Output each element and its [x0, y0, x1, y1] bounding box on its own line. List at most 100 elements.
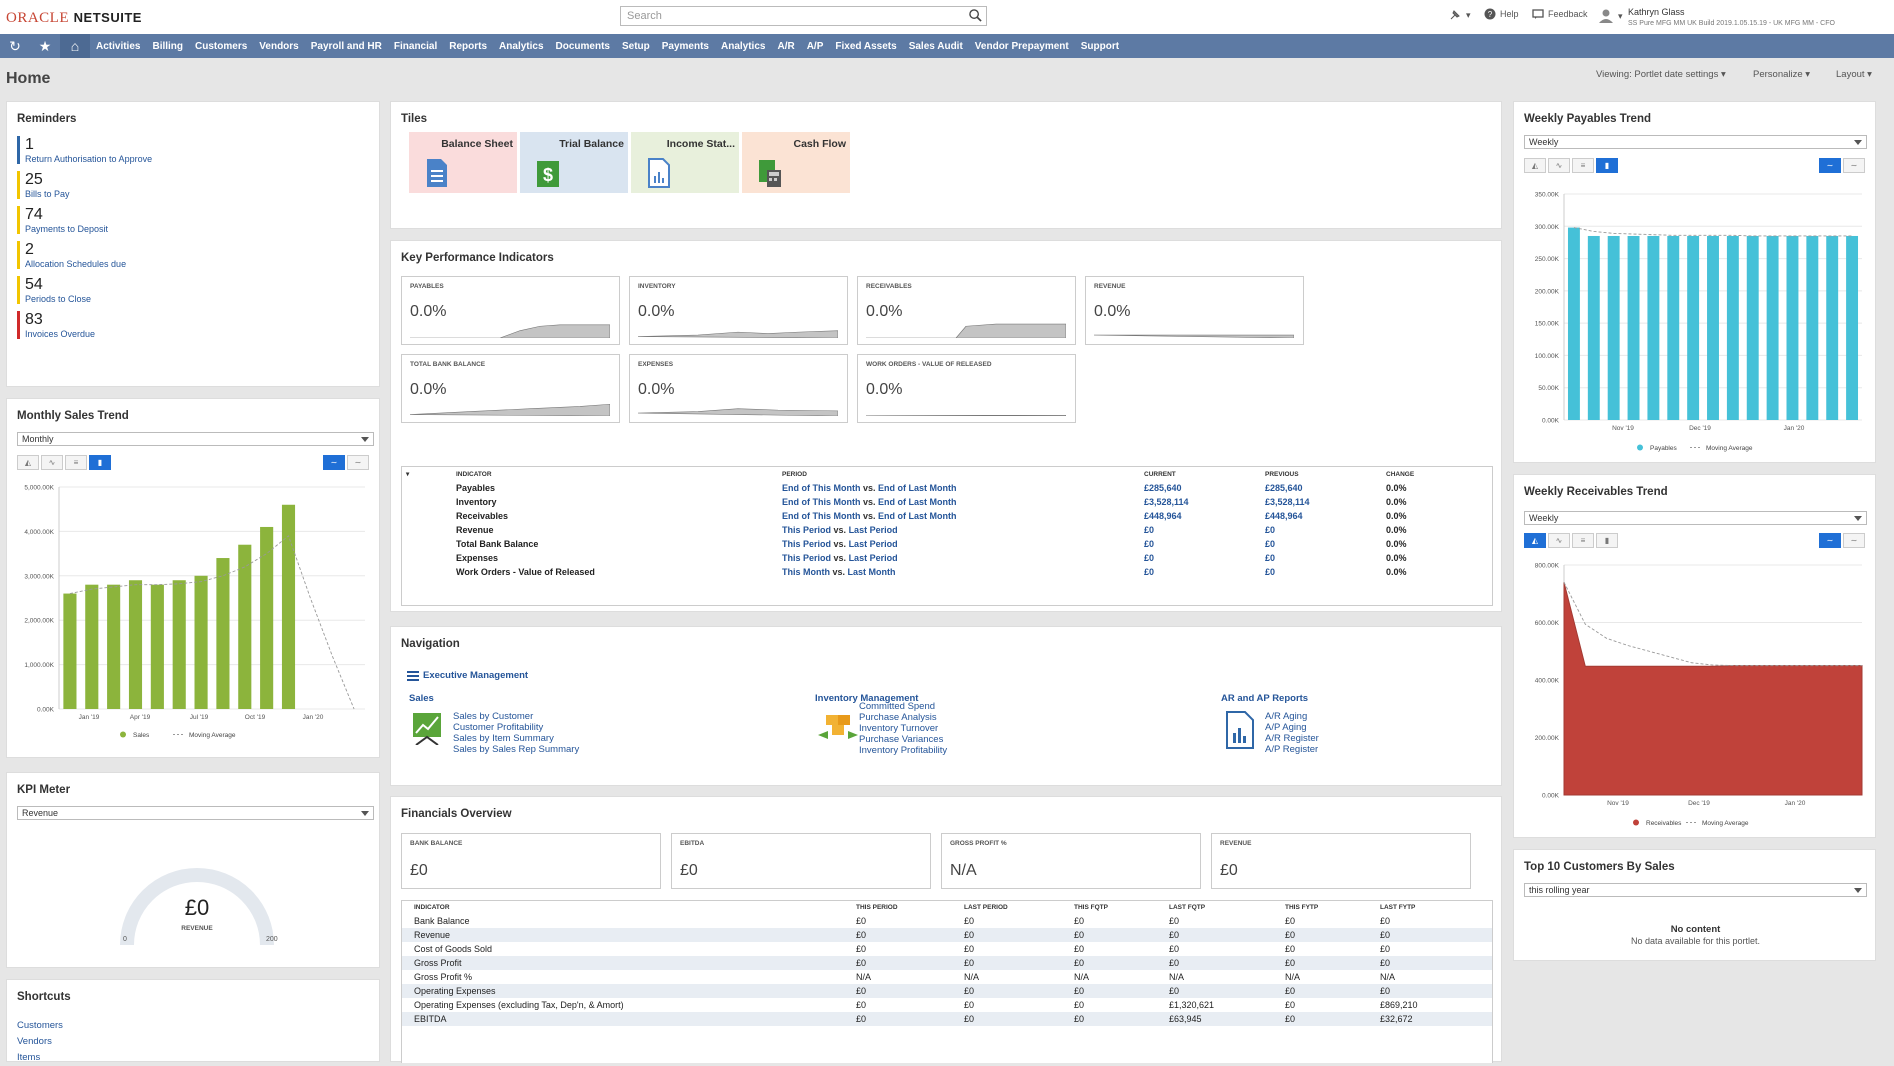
trendline-off-icon[interactable]: ∼ [347, 455, 369, 470]
nav-report-link[interactable]: Sales by Customer [453, 711, 633, 722]
favorites-star-icon[interactable]: ★ [30, 34, 60, 58]
kpi-current[interactable]: £3,528,114 [1140, 495, 1261, 509]
period-link[interactable]: End of Last Month [878, 483, 957, 493]
reminder-link[interactable]: Payments to Deposit [25, 224, 108, 234]
bar[interactable] [1707, 235, 1719, 420]
nav-item[interactable]: Setup [616, 41, 656, 52]
tile-trial-balance[interactable]: Trial Balance $ [520, 132, 628, 193]
trendline-off-icon[interactable]: ∼ [1843, 533, 1865, 548]
shortcut-link[interactable]: Vendors [17, 1034, 63, 1050]
reminder-item[interactable]: 25 Bills to Pay [17, 171, 70, 199]
kpi-card[interactable]: EXPENSES 0.0% [629, 354, 848, 423]
bar[interactable] [1567, 227, 1580, 420]
bar[interactable] [85, 584, 99, 709]
period-link[interactable]: Last Period [849, 553, 898, 563]
bar[interactable] [150, 584, 164, 709]
recent-icon[interactable]: ↻ [0, 34, 30, 58]
kpi-previous[interactable]: £0 [1261, 537, 1382, 551]
bar[interactable] [1826, 235, 1839, 420]
bar-horizontal-icon[interactable]: ≡ [1572, 158, 1594, 173]
period-link[interactable]: End of This Month [782, 483, 860, 493]
feedback-link[interactable]: Feedback [1532, 8, 1588, 20]
bar[interactable] [1746, 235, 1759, 420]
bar[interactable] [194, 575, 208, 709]
nav-item[interactable]: Vendor Prepayment [969, 41, 1075, 52]
area-chart-icon[interactable]: ◭ [1524, 158, 1546, 173]
reminder-link[interactable]: Invoices Overdue [25, 329, 95, 339]
period-link[interactable]: This Period [782, 539, 831, 549]
period-link[interactable]: Last Month [848, 567, 896, 577]
kpi-current[interactable]: £0 [1140, 565, 1261, 579]
tile-cash-flow[interactable]: Cash Flow [742, 132, 850, 193]
line-chart-icon[interactable]: ∿ [1548, 533, 1570, 548]
kpi-current[interactable]: £285,640 [1140, 481, 1261, 495]
nav-report-link[interactable]: Inventory Turnover [859, 723, 1039, 734]
period-link[interactable]: End of Last Month [878, 497, 957, 507]
kpi-card[interactable]: REVENUE 0.0% [1085, 276, 1304, 345]
area-chart-icon[interactable]: ◭ [1524, 533, 1546, 548]
tile-balance-sheet[interactable]: Balance Sheet [409, 132, 517, 193]
viewing-date-settings[interactable]: Viewing: Portlet date settings ▾ [1596, 69, 1726, 80]
nav-item[interactable]: Fixed Assets [829, 41, 902, 52]
nav-report-link[interactable]: A/R Register [1265, 733, 1445, 744]
period-link[interactable]: Last Period [849, 525, 898, 535]
nav-item[interactable]: Payroll and HR [305, 41, 388, 52]
bar-horizontal-icon[interactable]: ≡ [65, 455, 87, 470]
period-link[interactable]: End of Last Month [878, 511, 957, 521]
financial-card[interactable]: EBITDA £0 [671, 833, 931, 889]
netsuite-logo[interactable]: ORACLE NETSUITE [6, 9, 142, 27]
nav-item[interactable]: Financial [388, 41, 443, 52]
period-link[interactable]: This Period [782, 553, 831, 563]
nav-item[interactable]: A/P [801, 41, 830, 52]
bar[interactable] [1587, 235, 1600, 420]
shortcut-link[interactable]: Customers [17, 1018, 63, 1034]
nav-report-link[interactable]: A/P Aging [1265, 722, 1445, 733]
bar[interactable] [1766, 235, 1779, 420]
bar[interactable] [1607, 235, 1620, 420]
search-icon[interactable] [969, 9, 982, 22]
area-series[interactable] [1563, 582, 1863, 796]
reminder-link[interactable]: Allocation Schedules due [25, 259, 126, 269]
bar[interactable] [260, 526, 274, 709]
bar[interactable] [1726, 235, 1739, 420]
kpi-card[interactable]: INVENTORY 0.0% [629, 276, 848, 345]
bar[interactable] [1806, 235, 1819, 420]
user-info[interactable]: Kathryn Glass SS Pure MFG MM UK Build 20… [1628, 7, 1835, 29]
home-icon[interactable]: ⌂ [60, 34, 90, 58]
nav-report-link[interactable]: Committed Spend [859, 701, 1039, 712]
layout-button[interactable]: Layout ▾ [1836, 69, 1872, 80]
kpi-current[interactable]: £0 [1140, 537, 1261, 551]
nav-item[interactable]: Activities [90, 41, 146, 52]
bar[interactable] [1647, 235, 1660, 420]
user-menu[interactable]: ▾ [1598, 8, 1623, 24]
bar[interactable] [107, 584, 121, 709]
nav-report-link[interactable]: Sales by Item Summary [453, 733, 633, 744]
trendline-on-icon[interactable]: ∼ [1819, 533, 1841, 548]
reminder-link[interactable]: Return Authorisation to Approve [25, 154, 152, 164]
period-select[interactable]: Weekly [1524, 511, 1867, 525]
personalize-button[interactable]: Personalize ▾ [1753, 69, 1810, 80]
bar[interactable] [1667, 235, 1680, 420]
bar[interactable] [172, 580, 186, 709]
line-chart-icon[interactable]: ∿ [41, 455, 63, 470]
kpi-current[interactable]: £448,964 [1140, 509, 1261, 523]
nav-item[interactable]: Documents [550, 41, 616, 52]
reminder-link[interactable]: Periods to Close [25, 294, 91, 304]
area-chart-icon[interactable]: ◭ [17, 455, 39, 470]
kpi-previous[interactable]: £3,528,114 [1261, 495, 1382, 509]
nav-report-link[interactable]: Purchase Variances [859, 734, 1039, 745]
nav-item[interactable]: Payments [656, 41, 715, 52]
period-select[interactable]: this rolling year [1524, 883, 1867, 897]
reminder-link[interactable]: Bills to Pay [25, 189, 70, 199]
kpi-previous[interactable]: £0 [1261, 523, 1382, 537]
financial-card[interactable]: BANK BALANCE £0 [401, 833, 661, 889]
nav-item[interactable]: Support [1075, 41, 1125, 52]
period-link[interactable]: This Month [782, 567, 830, 577]
collapse-toggle[interactable]: ▾ [402, 467, 452, 481]
trendline-off-icon[interactable]: ∼ [1843, 158, 1865, 173]
nav-report-link[interactable]: Purchase Analysis [859, 712, 1039, 723]
period-link[interactable]: Last Period [849, 539, 898, 549]
reminder-item[interactable]: 54 Periods to Close [17, 276, 91, 304]
reminder-item[interactable]: 2 Allocation Schedules due [17, 241, 126, 269]
reminder-item[interactable]: 1 Return Authorisation to Approve [17, 136, 152, 164]
